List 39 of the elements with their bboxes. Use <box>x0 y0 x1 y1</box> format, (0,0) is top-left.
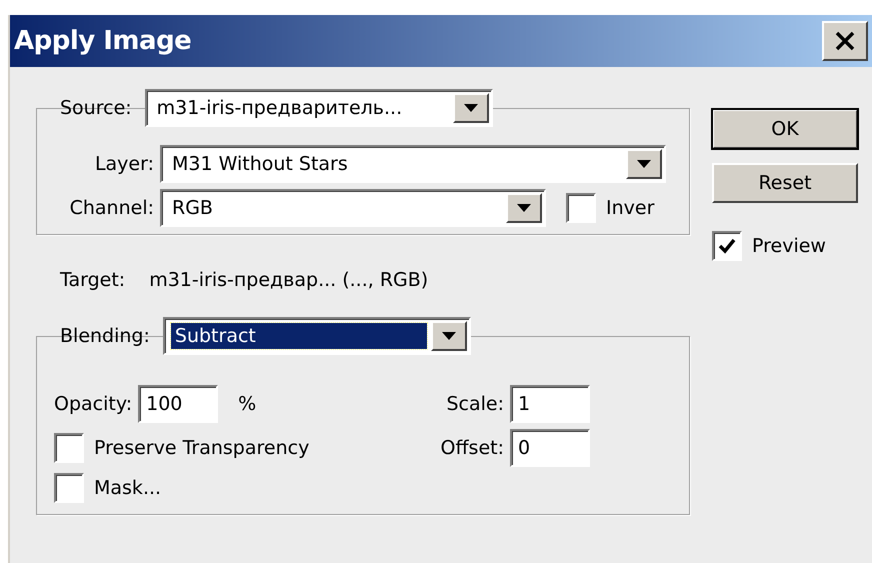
caret-icon <box>464 104 478 112</box>
field-label: Source: <box>60 97 132 119</box>
dropdown[interactable]: m31-iris-предваритель... <box>144 89 493 127</box>
checkbox[interactable] <box>54 433 84 463</box>
field-label: Channel: <box>68 197 154 219</box>
dropdown-button[interactable] <box>506 193 542 223</box>
dropdown-button[interactable] <box>626 149 662 179</box>
dialog-button[interactable]: OK <box>712 109 858 149</box>
field-label: Scale: <box>445 393 504 415</box>
window-title: Apply Image <box>14 26 192 56</box>
input-field[interactable]: 1 <box>510 385 590 423</box>
dropdown-button[interactable] <box>430 321 467 351</box>
input-field[interactable]: 100 <box>138 385 218 423</box>
close-button[interactable] <box>822 21 868 61</box>
field-label: Blending: <box>60 325 150 347</box>
caret-icon <box>517 204 531 212</box>
caret-icon <box>637 160 651 168</box>
input-field[interactable]: 0 <box>510 429 590 467</box>
checkbox-label[interactable]: Inver <box>606 197 654 219</box>
unit-label: % <box>238 393 256 415</box>
caret-icon <box>442 332 456 340</box>
dropdown[interactable]: RGB <box>160 189 546 227</box>
dropdown[interactable]: M31 Without Stars <box>160 145 666 183</box>
dropdown-button[interactable] <box>452 93 489 123</box>
dropdown[interactable]: Subtract <box>162 317 471 355</box>
close-icon <box>834 30 856 52</box>
field-label: Offset: <box>440 437 504 459</box>
checkbox-label[interactable]: Mask... <box>94 477 162 499</box>
dialog-button[interactable]: Reset <box>712 163 858 203</box>
target-label: Target: <box>60 269 126 291</box>
field-label: Layer: <box>94 153 154 175</box>
checkbox[interactable] <box>566 193 596 223</box>
check-icon <box>718 238 736 254</box>
target-value: m31-iris-предвар... (..., RGB) <box>149 269 428 291</box>
checkbox-label[interactable]: Preview <box>752 235 826 257</box>
checkbox[interactable] <box>712 231 742 261</box>
checkbox[interactable] <box>54 473 84 503</box>
field-label: Opacity: <box>54 393 132 415</box>
checkbox-label[interactable]: Preserve Transparency <box>94 437 310 459</box>
